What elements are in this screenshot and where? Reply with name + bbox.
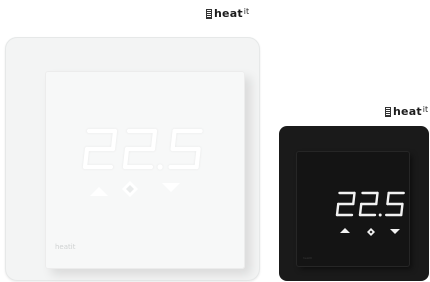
digit-segment xyxy=(335,202,340,217)
white-thermostat-face: heatit xyxy=(45,71,245,269)
brand-name: heat xyxy=(393,105,422,118)
mode-diamond-icon[interactable] xyxy=(367,228,375,236)
face-brand-label: heatit xyxy=(303,256,312,260)
up-arrow-icon[interactable] xyxy=(90,187,108,196)
digit-segment xyxy=(122,146,130,170)
digit-segment xyxy=(170,128,177,152)
decimal-point xyxy=(378,213,382,217)
mode-diamond-icon[interactable] xyxy=(122,181,138,197)
digit-segment xyxy=(386,191,390,206)
white-thermostat-display xyxy=(82,128,203,197)
down-arrow-icon[interactable] xyxy=(390,229,400,234)
digit-segment xyxy=(110,128,118,152)
face-brand-label: heatit xyxy=(55,243,76,251)
brand-name: heat xyxy=(214,7,243,20)
digit-segment xyxy=(150,128,158,152)
black-thermostat-face: heatit xyxy=(297,152,409,266)
white-thermostat: heatit xyxy=(5,37,260,281)
heatit-logo-white-unit: heat it xyxy=(206,8,249,19)
up-arrow-icon[interactable] xyxy=(340,228,350,233)
digit-segment xyxy=(82,146,90,170)
brand-suffix: it xyxy=(243,7,250,17)
black-thermostat: heatit xyxy=(279,126,429,281)
brand-suffix: it xyxy=(422,105,429,115)
black-thermostat-display xyxy=(335,191,405,236)
down-arrow-icon[interactable] xyxy=(162,183,180,192)
digit-segment xyxy=(194,146,201,170)
digit-segment xyxy=(399,202,404,217)
heatit-logo-black-unit: heat it xyxy=(385,106,428,117)
heatit-logo-mark-icon xyxy=(206,9,212,19)
digit-segment xyxy=(358,202,363,217)
product-photo: heat it heatit heat it heatit xyxy=(0,0,430,282)
decimal-point xyxy=(157,164,163,170)
temperature-digits xyxy=(82,128,203,170)
heatit-logo-mark-icon xyxy=(385,107,391,117)
temperature-digits xyxy=(335,191,405,217)
digit-segment xyxy=(352,191,356,206)
digit-segment xyxy=(375,191,379,206)
